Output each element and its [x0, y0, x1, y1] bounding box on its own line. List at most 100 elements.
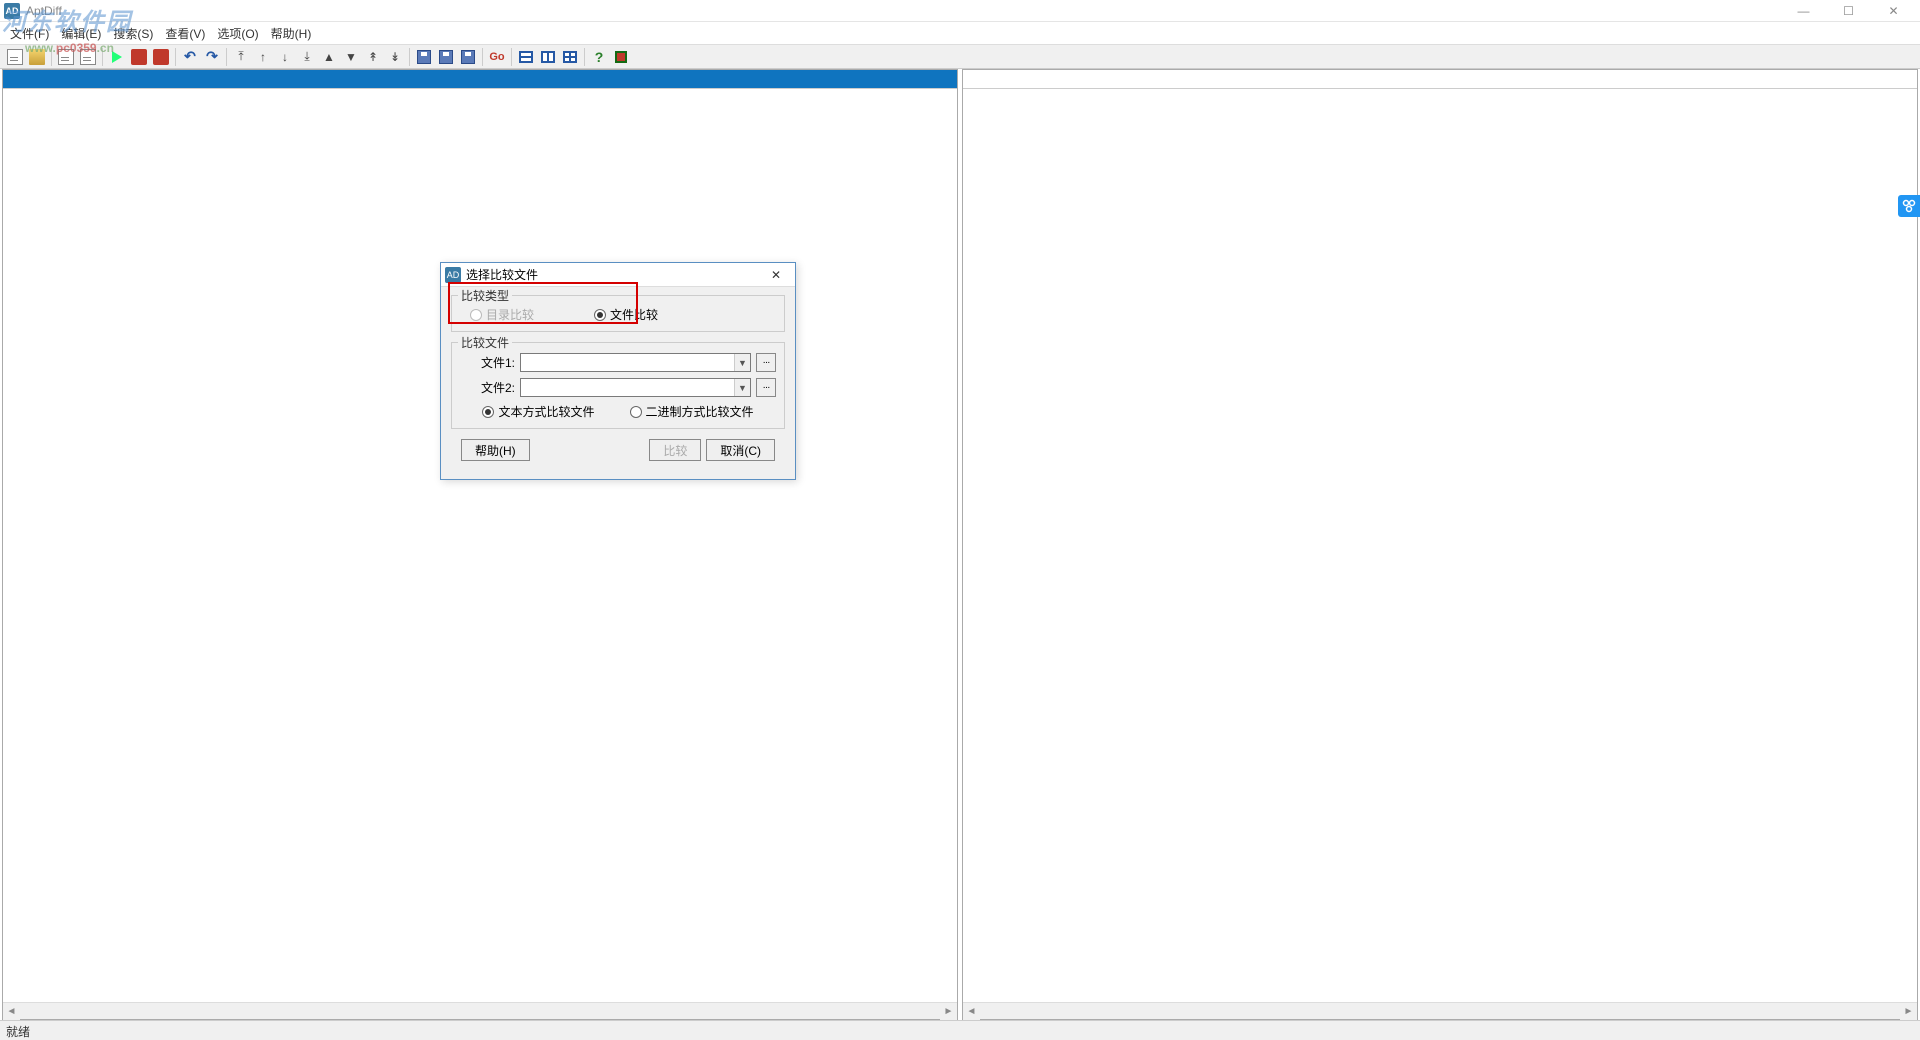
radio-icon [470, 309, 482, 321]
red-icon [153, 49, 169, 65]
compare-files-group: 比较文件 文件1: ▼ ··· 文件2: ▼ ··· [451, 342, 785, 429]
arrow-down2-icon: ▼ [345, 50, 357, 64]
status-text: 就绪 [6, 1025, 30, 1039]
tb-new-icon[interactable] [4, 46, 26, 68]
menu-search[interactable]: 搜索(S) [107, 23, 159, 44]
menu-file[interactable]: 文件(F) [4, 23, 55, 44]
tb-help-icon[interactable]: ? [588, 46, 610, 68]
file1-dropdown-icon[interactable]: ▼ [734, 354, 750, 371]
scroll-left-icon[interactable]: ◄ [963, 1003, 980, 1020]
app-icon: AD [4, 3, 20, 19]
file2-dropdown-icon[interactable]: ▼ [734, 379, 750, 396]
menu-view[interactable]: 查看(V) [159, 23, 211, 44]
find-icon: Go [489, 51, 504, 63]
side-badge-icon[interactable] [1898, 195, 1920, 217]
minimize-button[interactable]: — [1781, 0, 1826, 22]
file-icon [7, 49, 23, 65]
tb-save1-icon[interactable] [413, 46, 435, 68]
arrow-up2-icon: ▲ [323, 50, 335, 64]
separator [102, 48, 103, 66]
file2-label: 文件2: [460, 379, 515, 396]
compare-button[interactable]: 比较 [649, 439, 701, 461]
red-icon [131, 49, 147, 65]
scroll-right-icon[interactable]: ► [1900, 1003, 1917, 1020]
file1-combo[interactable]: ▼ [520, 353, 751, 372]
separator [51, 48, 52, 66]
toolbar: ↶ ↷ ⤒ ↑ ↓ ⤓ ▲ ▼ ↟ ↡ Go ? [0, 44, 1920, 69]
radio-icon [594, 309, 606, 321]
dialog-title: 选择比较文件 [466, 266, 538, 283]
radio-dir-compare[interactable]: 目录比较 [470, 306, 534, 323]
separator [482, 48, 483, 66]
tb-up2-icon[interactable]: ↟ [362, 46, 384, 68]
tb-play-icon[interactable] [106, 46, 128, 68]
play-icon [112, 51, 122, 63]
cancel-button[interactable]: 取消(C) [706, 439, 775, 461]
file2-combo[interactable]: ▼ [520, 378, 751, 397]
arrow-up3-icon: ↟ [368, 50, 378, 64]
arrow-first-icon: ⤒ [238, 49, 243, 64]
tb-split-v-icon[interactable] [537, 46, 559, 68]
dialog-titlebar[interactable]: AD 选择比较文件 ✕ [441, 263, 795, 287]
scroll-left-icon[interactable]: ◄ [3, 1003, 20, 1020]
radio-icon [482, 406, 494, 418]
tb-save3-icon[interactable] [457, 46, 479, 68]
tb-down2-icon[interactable]: ↡ [384, 46, 406, 68]
radio-text-mode[interactable]: 文本方式比较文件 [482, 403, 594, 420]
save-icon [461, 50, 475, 64]
dialog-icon: AD [445, 267, 461, 283]
right-pane-header[interactable] [963, 70, 1917, 89]
separator [409, 48, 410, 66]
radio-dir-label: 目录比较 [486, 306, 534, 323]
tb-next-diff-icon[interactable]: ↓ [274, 46, 296, 68]
select-compare-dialog: AD 选择比较文件 ✕ 比较类型 目录比较 文件比较 比较文件 文件1: [440, 262, 796, 480]
left-pane-body[interactable] [3, 89, 957, 1002]
tb-save2-icon[interactable] [435, 46, 457, 68]
tb-last-diff-icon[interactable]: ⤓ [296, 46, 318, 68]
tb-doc1-icon[interactable] [55, 46, 77, 68]
tb-up-arrow-icon[interactable]: ▲ [318, 46, 340, 68]
radio-file-compare[interactable]: 文件比较 [594, 306, 658, 323]
left-pane: ◄ ► [2, 69, 958, 1020]
menu-options[interactable]: 选项(O) [211, 23, 264, 44]
tb-down-arrow-icon[interactable]: ▼ [340, 46, 362, 68]
menu-help[interactable]: 帮助(H) [265, 23, 318, 44]
split-quad-icon [563, 51, 577, 63]
tb-undo-icon[interactable]: ↶ [179, 46, 201, 68]
file2-browse-button[interactable]: ··· [756, 378, 776, 397]
menu-edit[interactable]: 编辑(E) [55, 23, 107, 44]
tb-find-icon[interactable]: Go [486, 46, 508, 68]
right-pane: ◄ ► [962, 69, 1918, 1020]
compare-type-legend: 比较类型 [458, 287, 512, 304]
right-scrollbar[interactable]: ◄ ► [963, 1002, 1917, 1019]
dialog-close-button[interactable]: ✕ [761, 264, 791, 286]
doc-icon [80, 49, 96, 65]
left-scrollbar[interactable]: ◄ ► [3, 1002, 957, 1019]
scroll-right-icon[interactable]: ► [940, 1003, 957, 1020]
radio-binary-label: 二进制方式比较文件 [646, 403, 754, 420]
right-pane-body[interactable] [963, 89, 1917, 1002]
radio-icon [630, 406, 642, 418]
tb-red2-icon[interactable] [150, 46, 172, 68]
file1-browse-button[interactable]: ··· [756, 353, 776, 372]
tb-prev-diff-icon[interactable]: ↑ [252, 46, 274, 68]
tb-split-h-icon[interactable] [515, 46, 537, 68]
separator [584, 48, 585, 66]
close-button[interactable]: ✕ [1871, 0, 1916, 22]
file2-input[interactable] [521, 379, 734, 396]
left-pane-header[interactable] [3, 70, 957, 89]
file1-input[interactable] [521, 354, 734, 371]
tb-open-icon[interactable] [26, 46, 48, 68]
radio-binary-mode[interactable]: 二进制方式比较文件 [630, 403, 754, 420]
tb-first-diff-icon[interactable]: ⤒ [230, 46, 252, 68]
maximize-button[interactable]: ☐ [1826, 0, 1871, 22]
tb-redo-icon[interactable]: ↷ [201, 46, 223, 68]
tb-doc2-icon[interactable] [77, 46, 99, 68]
split-horizontal-icon [519, 51, 533, 63]
help-icon: ? [595, 49, 604, 65]
arrow-up-icon: ↑ [260, 50, 266, 64]
tb-stop-icon[interactable] [610, 46, 632, 68]
tb-red1-icon[interactable] [128, 46, 150, 68]
help-button[interactable]: 帮助(H) [461, 439, 530, 461]
tb-split-q-icon[interactable] [559, 46, 581, 68]
